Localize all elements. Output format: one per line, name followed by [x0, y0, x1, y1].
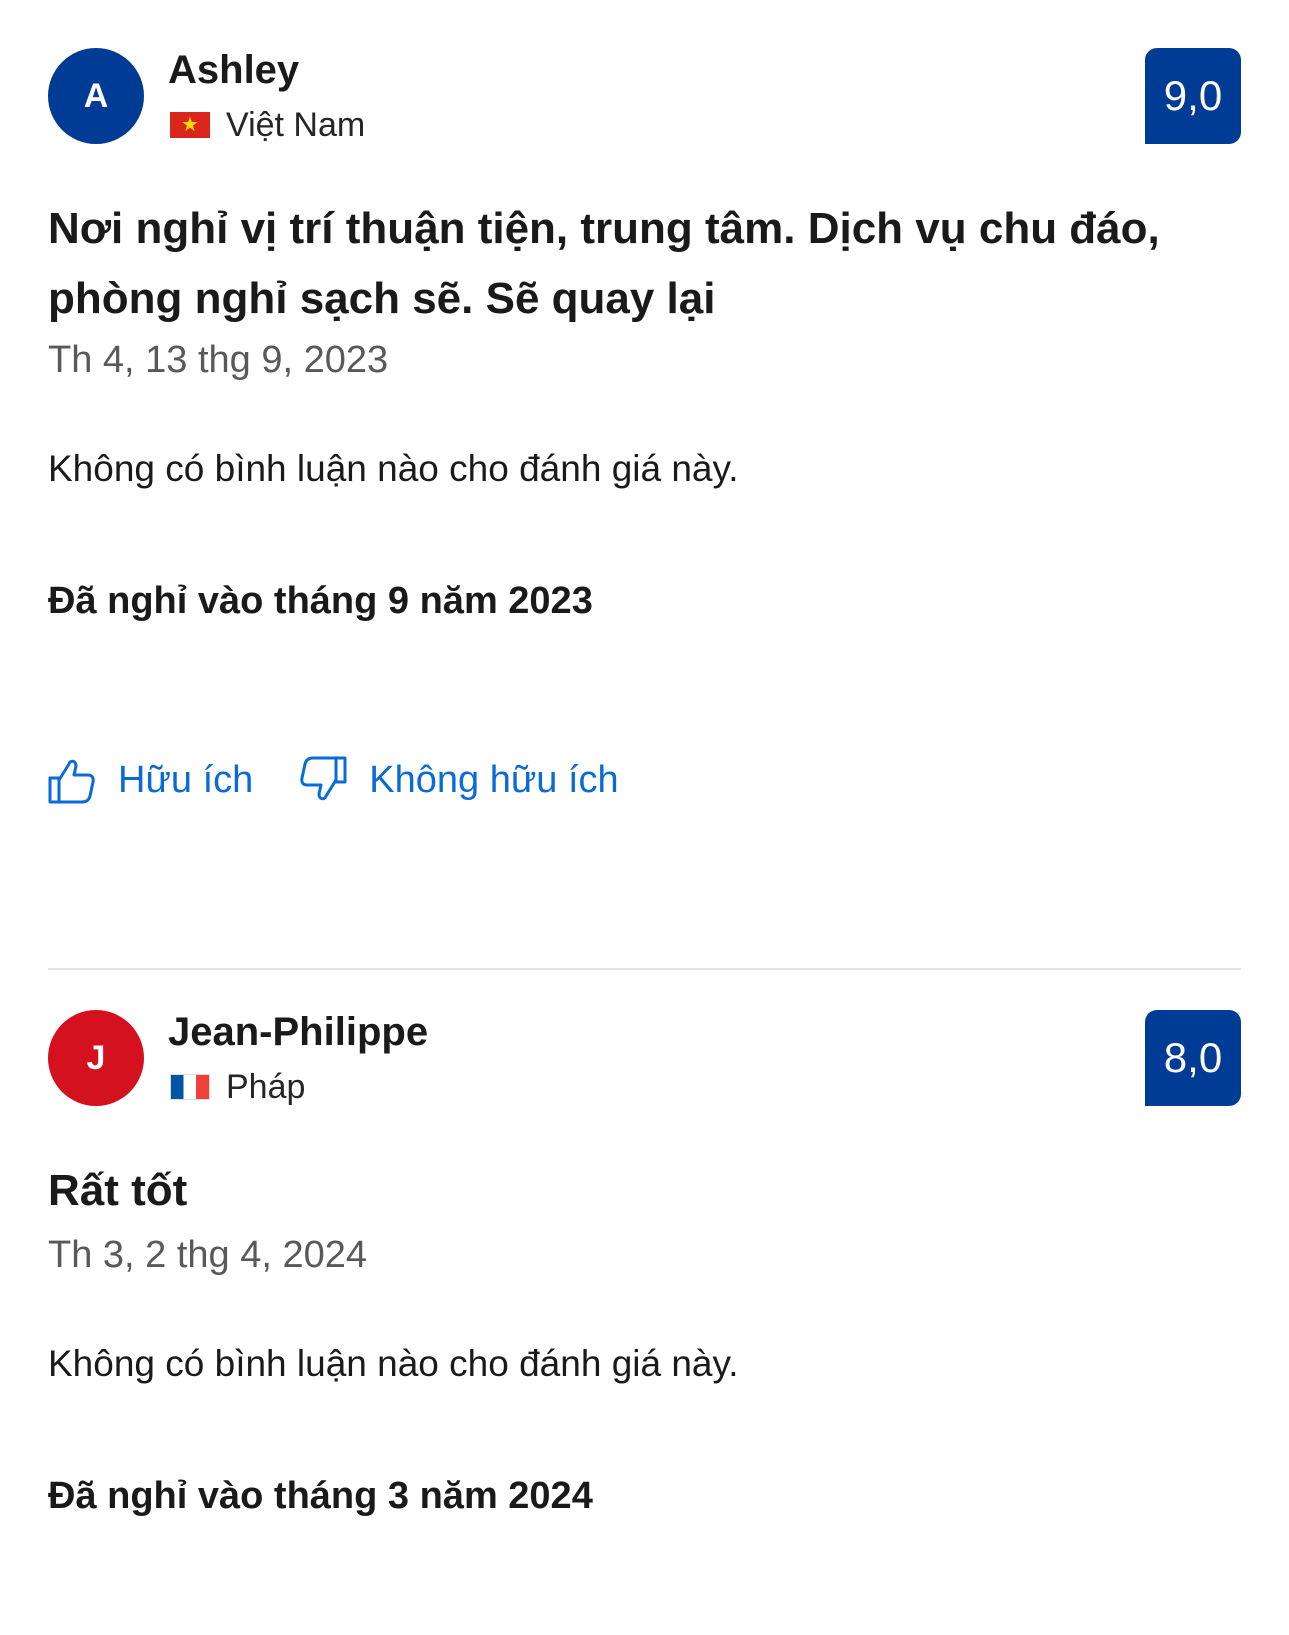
- review-date: Th 3, 2 thg 4, 2024: [48, 1234, 368, 1276]
- review-date: Th 4, 13 thg 9, 2023: [48, 339, 389, 381]
- france-flag-icon: [170, 1074, 210, 1100]
- thumbs-down-icon: [300, 756, 347, 801]
- review-card: A Ashley ★ Việt Nam 9,0 Nơi nghỉ vị trí …: [48, 0, 1241, 804]
- country-label: Việt Nam: [226, 106, 366, 144]
- stay-date: Đã nghỉ vào tháng 9 năm 2023: [48, 580, 593, 622]
- score-badge: 8,0: [1145, 1010, 1241, 1106]
- thumbs-up-icon: [48, 759, 95, 804]
- reviewer-country: ★ Việt Nam: [170, 104, 365, 146]
- review-header: J Jean-Philippe Pháp 8,0: [48, 990, 1241, 1130]
- not-helpful-button[interactable]: Không hữu ích: [299, 756, 619, 804]
- avatar: A: [48, 48, 144, 144]
- vietnam-flag-icon: ★: [170, 112, 210, 138]
- review-comment: Không có bình luận nào cho đánh giá này.: [48, 448, 739, 489]
- country-label: Pháp: [226, 1068, 306, 1106]
- review-title: Nơi nghỉ vị trí thuận tiện, trung tâm. D…: [48, 204, 1160, 323]
- review-card: J Jean-Philippe Pháp 8,0 Rất tốt Th 3, 2…: [48, 990, 1241, 1517]
- stay-date: Đã nghỉ vào tháng 3 năm 2024: [48, 1475, 593, 1517]
- avatar: J: [48, 1010, 144, 1106]
- helpful-label: Hữu ích: [118, 758, 254, 801]
- reviewer-name: Jean-Philippe: [168, 1010, 429, 1054]
- review-title: Rất tốt: [48, 1166, 188, 1215]
- review-divider: [48, 968, 1241, 970]
- reviewer-name: Ashley: [168, 48, 300, 92]
- not-helpful-label: Không hữu ích: [369, 758, 619, 801]
- review-header: A Ashley ★ Việt Nam 9,0: [48, 0, 1241, 144]
- reviewer-country: Pháp: [170, 1066, 305, 1108]
- review-actions: Hữu ích Không hữu ích: [48, 756, 619, 804]
- review-comment: Không có bình luận nào cho đánh giá này.: [48, 1343, 739, 1384]
- helpful-button[interactable]: Hữu ích: [48, 756, 253, 804]
- score-badge: 9,0: [1145, 48, 1241, 144]
